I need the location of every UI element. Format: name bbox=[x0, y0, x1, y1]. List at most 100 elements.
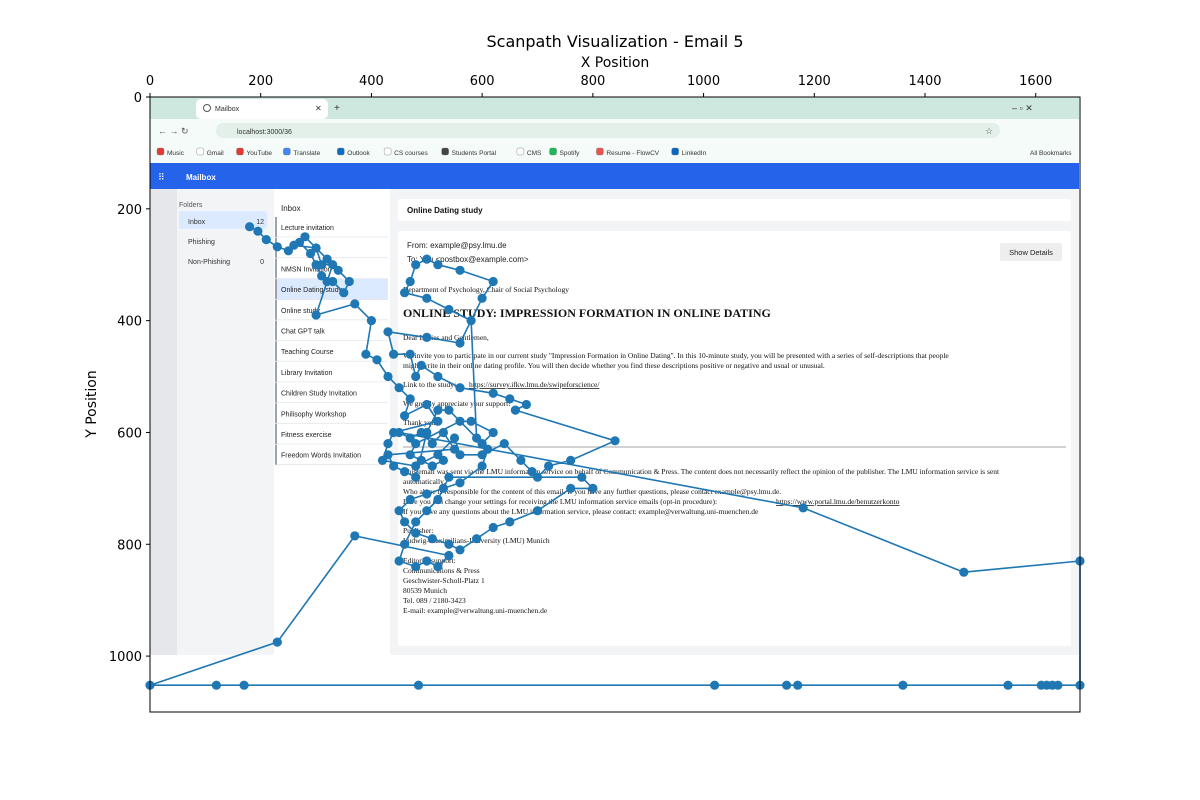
y-tick-label: 600 bbox=[117, 426, 142, 441]
y-tick-label: 400 bbox=[117, 315, 142, 330]
bookmark-icon bbox=[337, 147, 345, 156]
email-study-link[interactable]: https://survey.ifkw.lmu.de/swipeforscien… bbox=[469, 380, 600, 389]
folder-phishing[interactable]: Phishing bbox=[188, 239, 215, 246]
fixation-point bbox=[488, 388, 498, 398]
y-tick-label: 200 bbox=[117, 203, 142, 218]
fixation-point bbox=[610, 436, 620, 446]
close-tab-icon[interactable]: ✕ bbox=[315, 104, 322, 113]
folder-count: 0 bbox=[260, 259, 264, 266]
fixation-point bbox=[394, 383, 404, 393]
fixation-point bbox=[239, 680, 249, 690]
bookmark-3[interactable]: Translate bbox=[293, 150, 320, 157]
fixation-point bbox=[455, 383, 465, 393]
fixation-point bbox=[449, 444, 460, 454]
fixation-point bbox=[566, 483, 576, 493]
bookmark-0[interactable]: Music bbox=[167, 150, 185, 157]
fixation-point bbox=[455, 265, 465, 275]
folder-inbox[interactable]: Inbox bbox=[188, 219, 206, 226]
fixation-point bbox=[272, 242, 282, 252]
fixation-point bbox=[1053, 680, 1063, 690]
y-axis-label: Y Position bbox=[84, 370, 100, 439]
fixation-point bbox=[211, 680, 221, 690]
inbox-item[interactable]: Children Study Invitation bbox=[281, 391, 357, 398]
email-screenshot-image: Mailbox ✕ + – ▫ ✕ ← → ↻ localhost:3000/3… bbox=[150, 97, 1079, 655]
bookmark-1[interactable]: Gmail bbox=[207, 150, 225, 157]
email-footer-5: If you have any questions about the LMU … bbox=[403, 507, 759, 516]
star-icon[interactable]: ☆ bbox=[985, 126, 993, 136]
scanpath-figure: Scanpath Visualization - Email 5 X Posit… bbox=[0, 0, 1200, 800]
inbox-item[interactable]: Philisophy Workshop bbox=[281, 411, 346, 418]
x-tick-label: 1000 bbox=[687, 74, 720, 89]
inbox-item[interactable]: Chat GPT talk bbox=[281, 329, 325, 336]
inbox-item[interactable]: Fitness exercise bbox=[281, 432, 332, 439]
bookmark-6[interactable]: Students Portal bbox=[452, 150, 497, 157]
x-tick-label: 1600 bbox=[1019, 74, 1052, 89]
fixation-point bbox=[400, 539, 410, 549]
fixation-point bbox=[394, 506, 404, 516]
x-tick-label: 0 bbox=[146, 74, 154, 89]
fixation-point bbox=[455, 338, 465, 348]
inbox-item[interactable]: Online Dating study bbox=[281, 287, 343, 294]
left-rail bbox=[150, 189, 177, 655]
bookmark-2[interactable]: YouTube bbox=[247, 150, 273, 157]
fixation-point bbox=[444, 472, 454, 482]
fixation-point bbox=[499, 439, 509, 449]
email-subject: Online Dating study bbox=[407, 206, 483, 215]
fixation-point bbox=[438, 427, 448, 438]
fixation-point bbox=[422, 293, 432, 303]
bookmark-icon bbox=[383, 147, 392, 156]
fixation-point bbox=[466, 316, 476, 326]
fixation-point bbox=[444, 405, 454, 415]
fixation-point bbox=[422, 506, 432, 516]
grid-icon[interactable]: ⠿ bbox=[158, 172, 165, 182]
email-body-2: might write in their online dating profi… bbox=[403, 361, 825, 370]
fixation-point bbox=[505, 394, 515, 404]
fixation-point bbox=[416, 455, 426, 465]
fixation-point bbox=[577, 472, 587, 482]
fixation-point bbox=[400, 467, 410, 477]
email-from: From: example@psy.lmu.de bbox=[407, 241, 507, 250]
fixation-point bbox=[798, 503, 808, 513]
fixation-point bbox=[405, 349, 415, 359]
fixation-point bbox=[394, 556, 404, 566]
address-bar[interactable] bbox=[216, 123, 1000, 138]
editorial-line: 80539 Munich bbox=[403, 586, 447, 595]
fixation-point bbox=[317, 260, 327, 270]
inbox-item[interactable]: Teaching Course bbox=[281, 349, 334, 356]
bookmark-7[interactable]: CMS bbox=[527, 150, 542, 157]
editorial-line: Geschwister-Scholl-Platz 1 bbox=[403, 576, 485, 585]
chart-title: Scanpath Visualization - Email 5 bbox=[486, 32, 743, 51]
email-footer-2: automatically. bbox=[403, 477, 445, 486]
fixation-point bbox=[466, 416, 476, 426]
bookmark-4[interactable]: Outlook bbox=[347, 150, 370, 157]
fixation-point bbox=[366, 316, 376, 326]
bookmark-8[interactable]: Spotify bbox=[560, 150, 581, 157]
fixation-point bbox=[438, 455, 448, 465]
window-controls[interactable]: – ▫ ✕ bbox=[1012, 103, 1033, 113]
bookmark-9[interactable]: Resume - FlowCV bbox=[606, 150, 659, 157]
editorial-line: Tel. 089 / 2180-3423 bbox=[403, 596, 466, 605]
bookmark-10[interactable]: LinkedIn bbox=[682, 150, 707, 157]
inbox-heading: Inbox bbox=[281, 204, 301, 213]
fixation-point bbox=[394, 427, 404, 438]
email-body-1: We invite you to participate in our curr… bbox=[403, 351, 949, 360]
bookmark-5[interactable]: CS courses bbox=[394, 150, 428, 157]
inbox-item[interactable]: Lecture invitation bbox=[281, 225, 334, 232]
fixation-point bbox=[411, 260, 421, 270]
all-bookmarks[interactable]: All Bookmarks bbox=[1030, 150, 1072, 157]
inbox-item[interactable]: Library Invitation bbox=[281, 370, 332, 377]
folder-non-phishing[interactable]: Non-Phishing bbox=[188, 259, 230, 266]
new-tab-icon[interactable]: + bbox=[334, 103, 340, 114]
email-thanks: We greatly appreciate your support! bbox=[403, 399, 511, 408]
email-footer-4-link[interactable]: https://www.portal.lmu.de/benutzerkonto bbox=[776, 497, 900, 506]
fixation-point bbox=[433, 260, 443, 270]
fixation-point bbox=[383, 439, 393, 449]
fixation-point bbox=[311, 243, 321, 253]
email-headline: ONLINE STUDY: IMPRESSION FORMATION IN ON… bbox=[403, 306, 771, 320]
nav-buttons[interactable]: ← → ↻ bbox=[158, 126, 189, 136]
fixation-point bbox=[261, 235, 271, 245]
x-tick-label: 1200 bbox=[798, 74, 831, 89]
inbox-item[interactable]: Freedom Words Invitation bbox=[281, 453, 361, 460]
fixation-point bbox=[477, 293, 487, 303]
fixation-point bbox=[361, 349, 371, 359]
